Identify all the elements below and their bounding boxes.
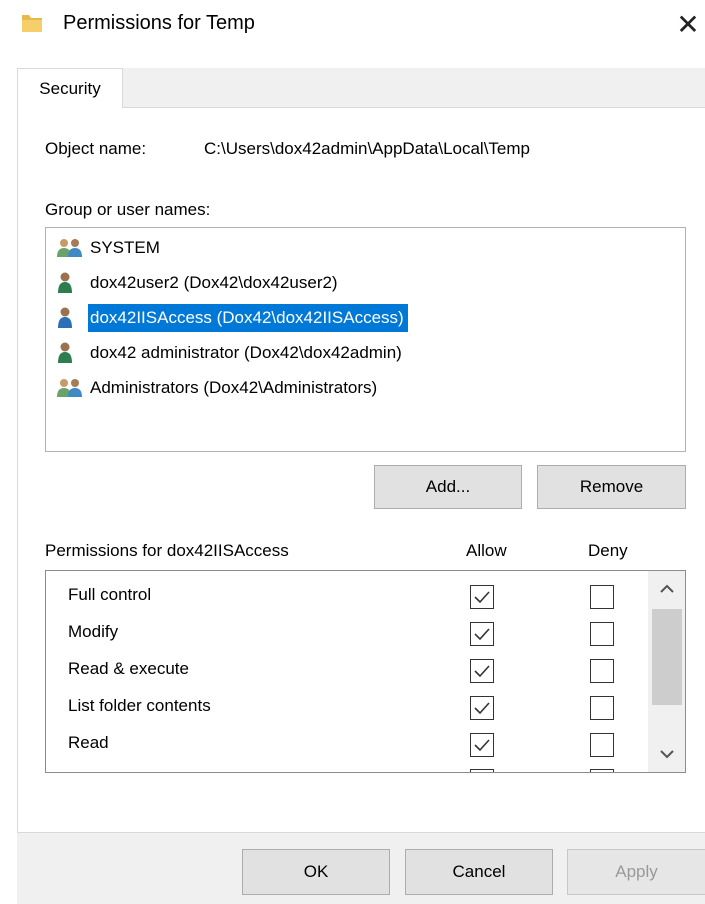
list-item-label: dox42IISAccess (Dox42\dox42IISAccess) [88,304,408,332]
close-button[interactable]: ✕ [672,8,704,42]
allow-checkbox[interactable] [470,659,494,683]
object-name-label: Object name: [45,139,147,158]
user-group-icon [57,379,82,397]
group-user-listbox[interactable]: SYSTEM dox42user2 (Dox42\dox42user2) dox… [45,227,686,452]
list-item[interactable]: SYSTEM [52,231,684,265]
permission-row: Full control [46,578,646,615]
list-item-label: dox42user2 (Dox42\dox42user2) [90,273,338,292]
ok-button[interactable]: OK [242,849,390,895]
deny-checkbox[interactable] [590,696,614,720]
allow-column-header: Allow [466,541,507,560]
remove-button[interactable]: Remove [537,465,686,509]
add-button[interactable]: Add... [374,465,522,509]
list-item-selected[interactable]: dox42IISAccess (Dox42\dox42IISAccess) [52,301,684,335]
list-item-label: SYSTEM [90,238,160,257]
user-icon [58,307,72,328]
permission-name: Modify [68,622,119,641]
list-item-label: Administrators (Dox42\Administrators) [90,378,378,397]
folder-icon [22,15,42,32]
permission-row: List folder contents [46,689,646,726]
user-icon [58,272,72,293]
deny-column-header: Deny [588,541,628,560]
user-icon [58,342,72,363]
deny-checkbox[interactable] [590,769,614,772]
object-name-value: C:\Users\dox42admin\AppData\Local\Temp [204,139,530,158]
list-item[interactable]: Administrators (Dox42\Administrators) [52,371,684,405]
permission-name: Full control [68,585,152,604]
deny-checkbox[interactable] [590,733,614,757]
permission-row: Read & execute [46,652,646,689]
deny-checkbox[interactable] [590,585,614,609]
window-title: Permissions for Temp [63,12,255,34]
allow-checkbox[interactable] [470,696,494,720]
list-item-label: dox42 administrator (Dox42\dox42admin) [90,343,402,362]
scroll-up-icon[interactable] [648,571,686,607]
scroll-down-icon[interactable] [648,736,686,772]
deny-checkbox[interactable] [590,659,614,683]
allow-checkbox[interactable] [470,622,494,646]
allow-checkbox[interactable] [470,585,494,609]
permission-name: List folder contents [68,696,211,715]
apply-button[interactable]: Apply [567,849,705,895]
list-item[interactable]: dox42user2 (Dox42\dox42user2) [52,266,684,300]
allow-checkbox[interactable] [470,733,494,757]
permissions-scrollbar[interactable] [648,571,686,772]
scrollbar-thumb[interactable] [652,609,682,705]
list-item[interactable]: dox42 administrator (Dox42\dox42admin) [52,336,684,370]
title-bar: Permissions for Temp ✕ [0,0,705,52]
permission-name: Read & execute [68,659,189,678]
cancel-button[interactable]: Cancel [405,849,553,895]
tab-security[interactable]: Security [17,68,123,108]
permission-row: Read [46,726,646,763]
permission-name: Read [68,733,109,752]
user-group-icon [57,239,82,257]
allow-checkbox[interactable] [470,769,494,772]
permission-row: Modify [46,615,646,652]
permissions-label: Permissions for dox42IISAccess [45,541,289,560]
group-user-names-label: Group or user names: [45,200,211,219]
permissions-list: Full control Modify Read & execute List … [45,570,686,773]
deny-checkbox[interactable] [590,622,614,646]
